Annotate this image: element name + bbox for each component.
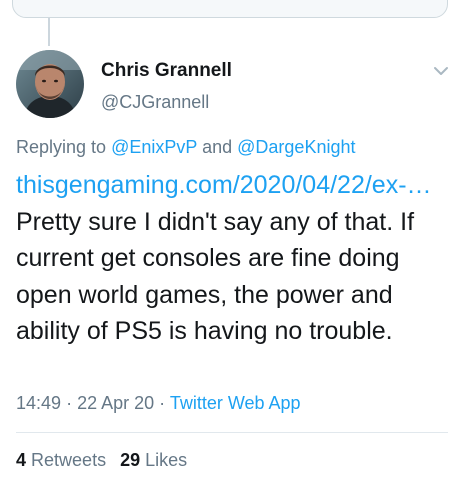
stats-divider xyxy=(16,432,448,433)
retweets-label: Retweets xyxy=(31,450,107,470)
tweet-text: thisgengaming.com/2020/04/22/ex-… Pretty… xyxy=(16,167,452,350)
likes-label: Likes xyxy=(145,450,188,470)
mention-link-dargeknight[interactable]: @DargeKnight xyxy=(237,137,355,157)
meta-separator: · xyxy=(66,393,73,413)
author-handle[interactable]: @CJGrannell xyxy=(101,92,209,113)
tweet-url-link[interactable]: thisgengaming.com/2020/04/22/ex-… xyxy=(16,171,432,199)
tweet-time: 14:49 xyxy=(16,393,62,413)
meta-separator: · xyxy=(159,393,166,413)
mention-link-enixpvp[interactable]: @EnixPvP xyxy=(111,137,197,157)
author-display-name[interactable]: Chris Grannell xyxy=(101,60,232,82)
replying-to-conjunction: and xyxy=(202,137,233,157)
tweet-date: 22 Apr 20 xyxy=(77,393,155,413)
thread-connector-line xyxy=(48,18,50,46)
chevron-down-icon[interactable] xyxy=(432,62,450,80)
retweets-stat[interactable]: 4 Retweets xyxy=(16,450,106,470)
tweet-body-text: Pretty sure I didn't say any of that. If… xyxy=(16,207,415,346)
avatar-image xyxy=(16,50,84,118)
replying-to-label: Replying to xyxy=(16,137,107,157)
avatar[interactable] xyxy=(16,50,84,118)
replying-to-line: Replying to @EnixPvP and @DargeKnight xyxy=(16,137,355,158)
likes-stat[interactable]: 29 Likes xyxy=(120,450,187,470)
likes-count: 29 xyxy=(120,450,141,470)
previous-tweet-card[interactable] xyxy=(12,0,448,18)
engagement-stats: 4 Retweets 29 Likes xyxy=(16,450,187,471)
retweets-count: 4 xyxy=(16,450,27,470)
tweet-metadata: 14:49 · 22 Apr 20 · Twitter Web App xyxy=(16,393,301,414)
source-app-link[interactable]: Twitter Web App xyxy=(170,393,301,413)
